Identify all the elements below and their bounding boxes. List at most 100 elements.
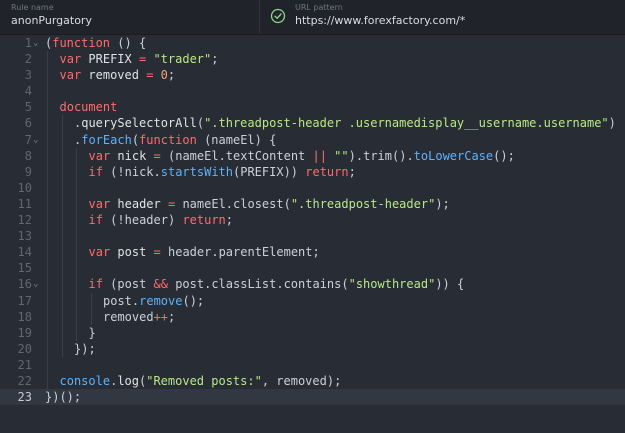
- code-text: if (!header) return;: [89, 212, 234, 228]
- code-text: }: [89, 325, 96, 341]
- code-line[interactable]: 5 document: [0, 99, 625, 116]
- indent-guide: [61, 115, 63, 132]
- indent-guide: [76, 195, 77, 213]
- code-token: (nameEl) {: [196, 132, 277, 147]
- code-line[interactable]: 12 if (!header) return;: [0, 212, 625, 229]
- code-token: var: [88, 245, 111, 260]
- indent-guide: [76, 324, 77, 341]
- code-token: querySelectorAll: [81, 116, 197, 131]
- code-token: if: [88, 164, 103, 179]
- indent-guide: [61, 260, 63, 277]
- code-line[interactable]: 8 var nick = (nameEl.textContent || "").t…: [0, 147, 625, 164]
- code-line[interactable]: 15: [0, 260, 625, 277]
- code-line[interactable]: 17 post.remove();: [0, 292, 625, 309]
- rule-name-input[interactable]: anonPurgatory: [11, 13, 92, 29]
- indent-guide: [61, 212, 63, 229]
- code-token: "Removed posts:": [146, 373, 262, 388]
- rule-name-field[interactable]: Rule name anonPurgatory: [11, 3, 92, 29]
- indent-guide: [47, 83, 48, 100]
- code-token: );: [435, 196, 450, 211]
- code-line[interactable]: 16 ⌄ if (post && post.classList.contains("…: [0, 276, 625, 293]
- line-number: 20: [17, 341, 32, 356]
- indent-guide: [76, 179, 77, 196]
- indent-guide: [47, 228, 48, 245]
- line-number: 8: [24, 148, 32, 163]
- code-token: header: [110, 196, 168, 211]
- code-line[interactable]: 23})();: [0, 389, 625, 406]
- indent-guide: [90, 292, 92, 309]
- url-pattern-field[interactable]: URL pattern https://www.forexfactory.com…: [295, 3, 465, 29]
- line-number: 7: [24, 132, 32, 147]
- code-token: , removed);: [261, 373, 342, 388]
- fold-chevron-icon[interactable]: ⌄: [33, 132, 41, 148]
- rule-name-label: Rule name: [11, 3, 54, 12]
- code-token: )) {: [435, 277, 465, 292]
- indent-guide: [47, 163, 48, 180]
- code-token: post.classList.contains(: [167, 277, 349, 292]
- code-token: startsWith: [160, 164, 233, 179]
- code-line[interactable]: 1 ⌄ (function () {: [0, 35, 625, 51]
- line-number: 3: [24, 68, 32, 83]
- code-token: ();: [182, 293, 205, 308]
- code-line[interactable]: 21: [0, 356, 625, 373]
- code-token: &&: [153, 277, 168, 292]
- indent-guide: [76, 163, 77, 180]
- indent-guide: [76, 260, 77, 277]
- code-text: .querySelectorAll(".threadpost-header .u…: [74, 115, 616, 131]
- code-line[interactable]: 11 var header = nameEl.closest(".threadpo…: [0, 195, 625, 213]
- line-number: 22: [17, 373, 32, 388]
- code-token: post: [110, 245, 154, 260]
- line-number: 6: [24, 116, 32, 131]
- code-token: var: [59, 68, 82, 83]
- code-editor[interactable]: 1 ⌄ (function () {2 var PREFIX = "trader"; 3…: [0, 35, 625, 433]
- indent-guide: [61, 244, 63, 261]
- indent-guide: [47, 131, 48, 148]
- code-line[interactable]: 18 removed++;: [0, 308, 625, 325]
- code-token: removed: [81, 68, 147, 83]
- code-line[interactable]: 13: [0, 228, 625, 245]
- code-line[interactable]: 9 if (!nick.startsWith(PREFIX)) return;: [0, 163, 625, 180]
- code-token: document: [59, 100, 118, 115]
- code-text: removed++;: [103, 309, 175, 325]
- code-text: post.remove();: [103, 293, 204, 309]
- code-token: ;: [167, 68, 176, 83]
- code-token: () {: [110, 36, 147, 50]
- code-line[interactable]: 4: [0, 83, 625, 100]
- check-circle-icon: [270, 8, 286, 24]
- code-token: (PREFIX)): [233, 164, 306, 179]
- url-pattern-input[interactable]: https://www.forexfactory.com/*: [295, 13, 465, 29]
- line-number: 11: [17, 196, 32, 211]
- code-text: if (post && post.classList.contains("sho…: [89, 276, 465, 292]
- code-text: })();: [45, 389, 81, 405]
- indent-guide: [47, 244, 48, 261]
- code-token: nameEl.closest(: [175, 196, 291, 211]
- indent-guide: [47, 115, 48, 132]
- code-line[interactable]: 22 console.log("Removed posts:", removed)…: [0, 372, 625, 390]
- code-text: console.log("Removed posts:", removed);: [60, 373, 342, 389]
- code-line[interactable]: 14 var post = header.parentElement;: [0, 244, 625, 261]
- code-token: remove: [139, 293, 183, 308]
- code-line[interactable]: 6 .querySelectorAll(".threadpost-header .…: [0, 115, 625, 132]
- code-token: PREFIX: [81, 52, 139, 67]
- line-number: 13: [17, 229, 32, 244]
- code-line[interactable]: 7 ⌄ .forEach(function (nameEl) {: [0, 131, 625, 148]
- code-line[interactable]: 3 var removed = 0;: [0, 67, 625, 84]
- line-number: 15: [17, 261, 32, 276]
- code-token: function: [139, 132, 197, 147]
- indent-guide: [47, 276, 48, 293]
- code-line[interactable]: 2 var PREFIX = "trader";: [0, 51, 625, 68]
- fold-chevron-icon[interactable]: ⌄: [33, 35, 41, 51]
- indent-guide: [47, 372, 48, 390]
- header-divider: [259, 0, 260, 34]
- code-token: ).trim().: [348, 148, 414, 163]
- code-line[interactable]: 19}: [0, 324, 625, 341]
- code-line[interactable]: 20});: [0, 340, 625, 357]
- fold-chevron-icon[interactable]: ⌄: [33, 276, 41, 292]
- code-text: var header = nameEl.closest(".threadpost…: [89, 196, 450, 212]
- code-text: var post = header.parentElement;: [89, 244, 320, 260]
- indent-guide: [61, 340, 63, 357]
- code-token: (!nick.: [102, 164, 161, 179]
- code-line[interactable]: 10: [0, 179, 625, 196]
- code-token: ||: [312, 148, 327, 163]
- line-number: 2: [24, 52, 32, 67]
